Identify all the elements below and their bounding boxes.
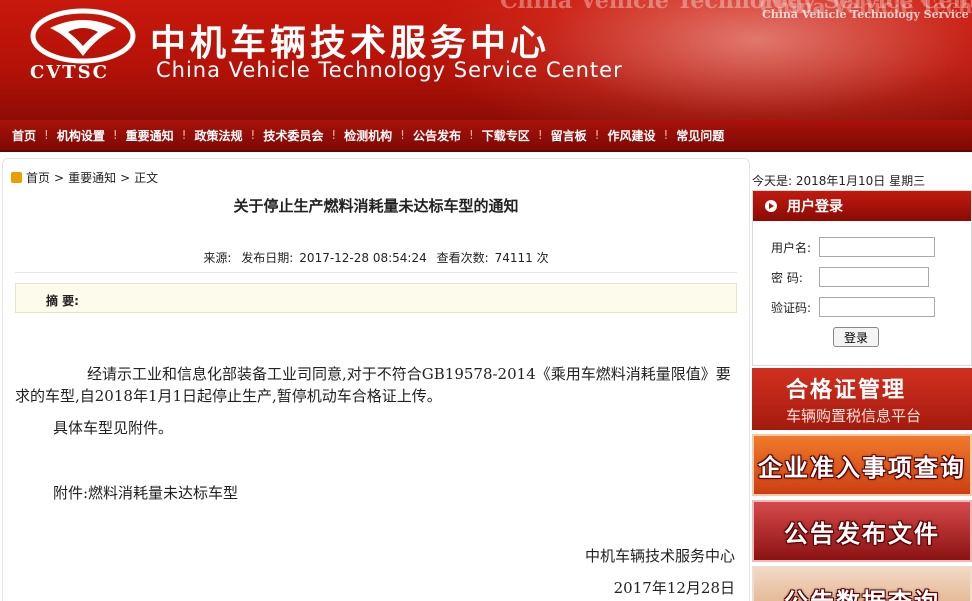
- nav-item-downloads[interactable]: 下载专区: [476, 127, 536, 144]
- logo-text: CVTSC: [30, 62, 110, 83]
- promo-title: 公告数据查询: [784, 582, 940, 601]
- paragraph-main: 经请示工业和信息化部装备工业司同意,对于不符合GB19578-2014《乘用车燃…: [15, 365, 731, 405]
- promo-title: 公告发布文件: [784, 519, 940, 548]
- promo-certificate-management[interactable]: 合格证管理 车辆购置税信息平台: [752, 368, 972, 430]
- nav-separator: !: [181, 128, 187, 142]
- promo-enterprise-access-query[interactable]: 企业准入事项查询: [752, 434, 972, 496]
- nav-item-testing[interactable]: 检测机构: [338, 127, 398, 144]
- breadcrumb-section[interactable]: 重要通知: [68, 169, 116, 186]
- attachment-link[interactable]: 附件:燃料消耗量未达标车型: [53, 482, 238, 503]
- promo-announcement-files[interactable]: 公告发布文件: [752, 500, 972, 562]
- login-title: 用户登录: [787, 199, 843, 215]
- date-label: 发布日期:: [241, 251, 294, 265]
- password-input[interactable]: [819, 267, 929, 287]
- captcha-label: 验证码:: [771, 300, 812, 315]
- nav-separator: !: [663, 128, 669, 142]
- username-row: 用户名:: [771, 237, 935, 257]
- login-header: 用户登录: [753, 191, 971, 221]
- username-input[interactable]: [819, 237, 935, 257]
- article-panel: 首页 > 重要通知 > 正文 关于停止生产燃料消耗量未达标车型的通知 来源: 发…: [2, 158, 750, 601]
- arrow-bullet-icon: [765, 200, 777, 212]
- nav-item-faq[interactable]: 常见问题: [670, 127, 730, 144]
- promo-announcement-data-query[interactable]: 公告数据查询: [752, 566, 972, 601]
- nav-separator: !: [44, 128, 49, 142]
- header-banner: China Vehicle Technology Service Center …: [0, 0, 972, 120]
- summary-label: 摘 要:: [46, 294, 79, 308]
- summary-box: 摘 要:: [15, 283, 737, 313]
- breadcrumb-current: 正文: [134, 171, 159, 185]
- article-title: 关于停止生产燃料消耗量未达标车型的通知: [233, 197, 519, 215]
- nav-separator: !: [537, 128, 543, 142]
- nav-item-messageboard[interactable]: 留言板: [545, 127, 593, 144]
- breadcrumb-sep: >: [120, 170, 131, 185]
- username-label: 用户名:: [771, 240, 812, 255]
- promo-title: 企业准入事项查询: [758, 453, 966, 482]
- nav-separator: !: [400, 128, 405, 142]
- login-panel: 用户登录 用户名: 密 码: 验证码: 登录: [752, 190, 972, 366]
- nav-separator: !: [112, 128, 118, 142]
- home-icon: [11, 172, 22, 183]
- signature-org: 中机车辆技术服务中心: [584, 547, 735, 565]
- nav-item-home[interactable]: 首页: [6, 127, 42, 144]
- password-label: 密 码:: [771, 270, 803, 285]
- nav-item-conduct[interactable]: 作风建设: [601, 127, 661, 144]
- promo-title: 合格证管理: [786, 378, 907, 403]
- site-name-en: China Vehicle Technology Service Center: [156, 58, 623, 82]
- password-row: 密 码:: [771, 267, 929, 287]
- nav-separator: !: [331, 128, 337, 142]
- article-body: 经请示工业和信息化部装备工业司同意,对于不符合GB19578-2014《乘用车燃…: [15, 363, 739, 407]
- signature-date: 2017年12月28日: [613, 579, 735, 597]
- nav-separator: !: [250, 128, 256, 142]
- captcha-row: 验证码:: [771, 297, 935, 317]
- banner-watermark-small: China Vehicle Technology Service Center: [762, 8, 972, 21]
- nav-separator: !: [468, 128, 474, 142]
- breadcrumb-sep: >: [54, 170, 65, 185]
- today-date: 今天是: 2018年1月10日 星期三: [752, 174, 926, 188]
- views-value: 74111 次: [494, 251, 549, 265]
- nav-item-organization[interactable]: 机构设置: [51, 127, 111, 144]
- article-meta: 来源: 发布日期: 2017-12-28 08:54:24 查看次数: 74111 …: [3, 249, 749, 266]
- meta-divider: [15, 272, 737, 273]
- date-value: 2017-12-28 08:54:24: [299, 251, 427, 265]
- nav-item-announcements[interactable]: 公告发布: [407, 127, 467, 144]
- views-label: 查看次数:: [436, 251, 489, 265]
- nav-separator: !: [594, 128, 600, 142]
- paragraph-models: 具体车型见附件。: [53, 419, 174, 437]
- promo-subtitle: 车辆购置税信息平台: [786, 407, 922, 425]
- source-label: 来源:: [203, 251, 232, 265]
- main-nav: 首页! 机构设置! 重要通知! 政策法规! 技术委员会! 检测机构! 公告发布!…: [0, 120, 972, 152]
- breadcrumb-home[interactable]: 首页: [26, 169, 50, 186]
- nav-item-committee[interactable]: 技术委员会: [257, 127, 329, 144]
- login-button[interactable]: 登录: [833, 327, 879, 347]
- nav-item-policy[interactable]: 政策法规: [188, 127, 248, 144]
- breadcrumb: 首页 > 重要通知 > 正文: [11, 169, 158, 186]
- nav-item-notices[interactable]: 重要通知: [120, 127, 180, 144]
- captcha-input[interactable]: [819, 297, 935, 317]
